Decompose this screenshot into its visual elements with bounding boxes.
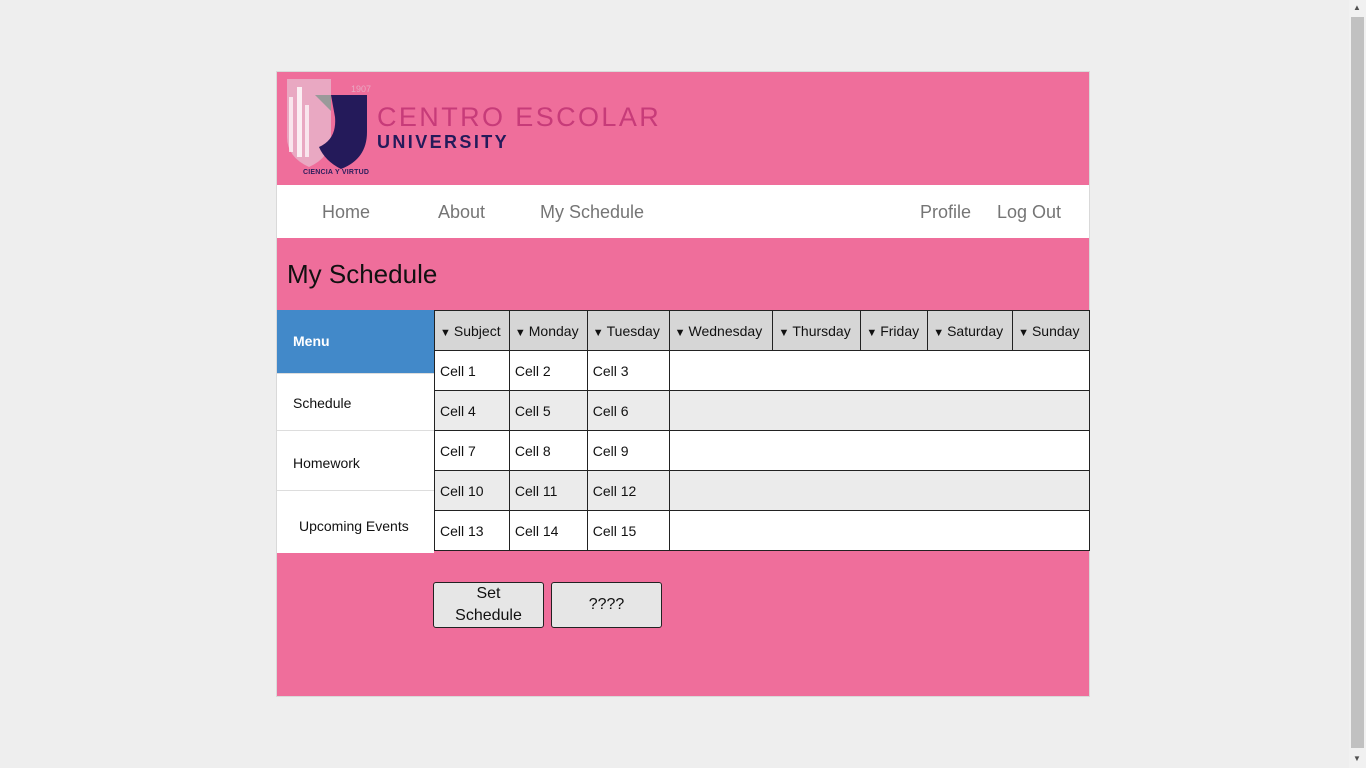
set-schedule-button[interactable]: Set Schedule	[433, 582, 544, 628]
brand-name: CENTRO ESCOLAR	[377, 102, 662, 132]
column-label: Friday	[880, 322, 920, 339]
unknown-action-button[interactable]: ????	[551, 582, 662, 628]
nav-profile[interactable]: Profile	[920, 202, 971, 223]
table-cell: Cell 15	[586, 510, 670, 551]
empty-cell	[668, 430, 1091, 471]
table-cell: Cell 14	[508, 510, 588, 551]
logo-year: 1907	[351, 84, 372, 94]
column-label: Thursday	[792, 322, 851, 339]
table-cell: Cell 2	[508, 350, 588, 391]
menu-item-upcoming-events[interactable]: Upcoming Events	[277, 490, 434, 550]
column-header-thursday[interactable]: ▼ Thursday	[772, 310, 862, 351]
table-row: Cell 7 Cell 8 Cell 9	[434, 430, 1091, 471]
table-cell: Cell 13	[434, 510, 510, 551]
chevron-down-icon: ▼	[1018, 326, 1029, 339]
chevron-down-icon: ▼	[778, 326, 790, 339]
page-container: 1907 CIENCIA Y VIRTUD CENTRO ESCOLAR UNI…	[276, 71, 1091, 697]
vertical-scrollbar[interactable]: ▲ ▼	[1349, 0, 1366, 768]
column-label: Monday	[528, 322, 579, 339]
table-cell: Cell 10	[434, 470, 510, 511]
menu-header: Menu	[277, 310, 434, 373]
chevron-down-icon: ▼	[933, 326, 945, 339]
table-cell: Cell 3	[586, 350, 670, 391]
column-label: Saturday	[947, 322, 1004, 339]
column-header-friday[interactable]: ▼ Friday	[860, 310, 929, 351]
column-header-wednesday[interactable]: ▼ Wednesday	[668, 310, 774, 351]
column-label: Tuesday	[606, 322, 660, 339]
nav-home[interactable]: Home	[322, 202, 370, 223]
table-cell: Cell 6	[586, 390, 670, 431]
nav-log-out[interactable]: Log Out	[997, 202, 1061, 223]
brand-subname: UNIVERSITY	[377, 132, 510, 152]
table-cell: Cell 11	[508, 470, 588, 511]
column-label: Subject	[453, 322, 501, 339]
menu-item-schedule[interactable]: Schedule	[277, 373, 434, 433]
table-row: Cell 10 Cell 11 Cell 12	[434, 470, 1091, 511]
column-header-saturday[interactable]: ▼ Saturday	[927, 310, 1014, 351]
empty-cell	[668, 470, 1091, 511]
column-header-tuesday[interactable]: ▼ Tuesday	[586, 310, 670, 351]
chevron-down-icon: ▼	[866, 326, 878, 339]
table-row: Cell 4 Cell 5 Cell 6	[434, 390, 1091, 431]
table-cell: Cell 12	[586, 470, 670, 511]
table-cell: Cell 7	[434, 430, 510, 471]
menu-item-homework[interactable]: Homework	[277, 430, 434, 490]
site-header: 1907 CIENCIA Y VIRTUD CENTRO ESCOLAR UNI…	[277, 72, 1089, 185]
empty-cell	[668, 350, 1091, 391]
university-crest-icon: 1907 CIENCIA Y VIRTUD	[285, 77, 375, 177]
header-row: ▼ Subject ▼ Monday ▼ Tuesday ▼ Wednesday ▼ Th…	[434, 310, 1090, 351]
column-label: Sunday	[1031, 322, 1080, 339]
empty-cell	[668, 390, 1091, 431]
column-header-monday[interactable]: ▼ Monday	[508, 310, 588, 351]
table-cell: Cell 8	[508, 430, 588, 471]
schedule-table: ▼ Subject ▼ Monday ▼ Tuesday ▼ Wednesday ▼ Th…	[434, 310, 1091, 551]
page-title: My Schedule	[287, 259, 438, 289]
top-nav: Home About My Schedule Profile Log Out	[277, 185, 1089, 238]
chevron-down-icon: ▼	[514, 326, 526, 339]
empty-cell	[668, 510, 1091, 551]
chevron-down-icon: ▼	[592, 326, 604, 339]
side-menu: Menu Schedule Homework Upcoming Events	[277, 310, 434, 553]
logo-motto: CIENCIA Y VIRTUD	[303, 169, 370, 176]
nav-about[interactable]: About	[438, 202, 485, 223]
table-row: Cell 1 Cell 2 Cell 3	[434, 350, 1091, 391]
scrollbar-thumb[interactable]	[1351, 17, 1364, 748]
chevron-down-icon: ▼	[440, 326, 451, 339]
column-header-sunday[interactable]: ▼ Sunday	[1012, 310, 1090, 351]
table-cell: Cell 1	[434, 350, 510, 391]
column-label: Wednesday	[688, 322, 763, 339]
nav-my-schedule[interactable]: My Schedule	[540, 202, 644, 223]
scroll-down-icon[interactable]: ▼	[1353, 754, 1361, 763]
chevron-down-icon: ▼	[674, 326, 686, 339]
table-cell: Cell 9	[586, 430, 670, 471]
column-header-subject[interactable]: ▼ Subject	[434, 310, 510, 351]
table-cell: Cell 5	[508, 390, 588, 431]
table-cell: Cell 4	[434, 390, 510, 431]
scroll-up-icon[interactable]: ▲	[1353, 3, 1361, 12]
table-row: Cell 13 Cell 14 Cell 15	[434, 510, 1091, 551]
